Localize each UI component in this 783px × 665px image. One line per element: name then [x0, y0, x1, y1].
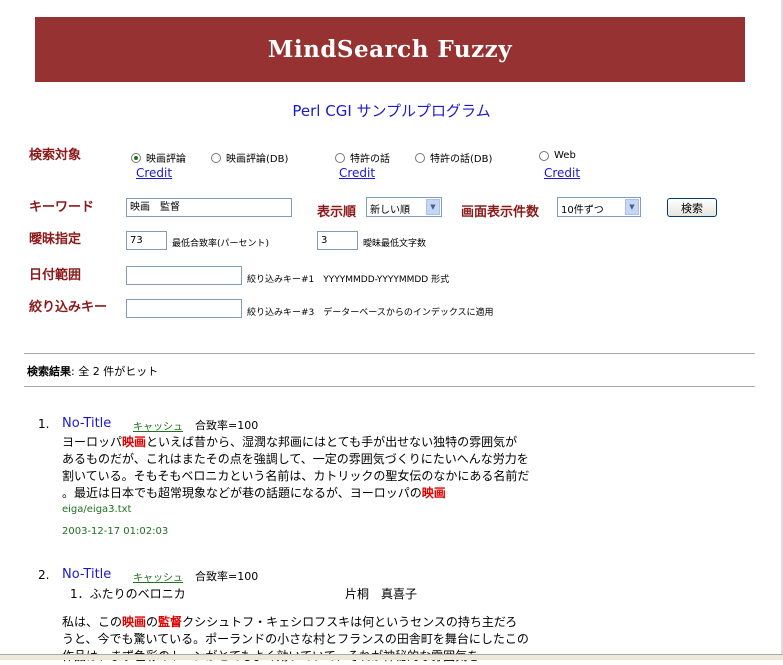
- keyword-label: キーワード: [29, 200, 95, 215]
- snippet-line: あるものだが、これはまたその点を強調して、一定の雰囲気づくりにたいへんな労力を: [62, 452, 529, 466]
- target-radio-patent[interactable]: 特許の話: [335, 150, 390, 165]
- divider: [24, 353, 755, 354]
- target-radio-web[interactable]: Web: [539, 150, 576, 161]
- snippet-line: ヨーロッパ映画といえば昔から、湿潤な邦画にはとても手が出せない独特の雰囲気が: [62, 435, 518, 449]
- date-range-input[interactable]: [126, 266, 242, 285]
- chevron-down-icon: ▼: [426, 199, 440, 215]
- results-summary: 検索結果: 全 2 件がヒット: [27, 363, 158, 379]
- divider: [24, 386, 755, 387]
- result-title-link[interactable]: No-Title: [62, 567, 111, 582]
- search-button[interactable]: 検索: [667, 198, 717, 217]
- filter-key-input[interactable]: [126, 299, 242, 318]
- radio-icon: [415, 152, 425, 163]
- match-score: 合致率=100: [195, 419, 259, 432]
- perpage-select[interactable]: 10件ずつ ▼: [557, 197, 641, 217]
- chevron-down-icon: ▼: [625, 199, 639, 215]
- credit-link-web[interactable]: Credit: [544, 166, 580, 180]
- perpage-label: 画面表示件数: [461, 205, 540, 220]
- snippet-line: 。最近は日本でも超常現象などが巷の話題になるが、ヨーロッパの映画: [62, 486, 446, 500]
- date-range-label: 日付範囲: [29, 268, 82, 283]
- perpage-select-value: 10件ずつ: [561, 205, 604, 216]
- match-score: 合致率=100: [195, 570, 259, 583]
- result-title-link[interactable]: No-Title: [62, 416, 111, 431]
- target-option-label: 映画評論(DB): [226, 154, 289, 165]
- filter-key-note: 絞り込みキー#3 データーベースからのインデックスに適用: [247, 308, 494, 318]
- result-subheading: 1．ふたりのベロニカ: [70, 587, 186, 601]
- result-number: 1.: [38, 417, 50, 431]
- sort-select[interactable]: 新しい順 ▼: [366, 197, 442, 217]
- credit-link-patent[interactable]: Credit: [339, 166, 375, 180]
- sort-label: 表示順: [317, 205, 357, 220]
- target-label: 検索対象: [29, 148, 82, 163]
- min-chars-input[interactable]: 3: [317, 231, 358, 250]
- radio-icon: [539, 150, 549, 161]
- keyword-input[interactable]: 映画 監督: [126, 198, 292, 217]
- result-snippet: ヨーロッパ映画といえば昔から、湿潤な邦画にはとても手が出せない独特の雰囲気が あ…: [62, 434, 562, 502]
- sort-select-value: 新しい順: [370, 205, 410, 216]
- fuzzy-label: 曖昧指定: [29, 232, 82, 247]
- target-option-label: Web: [554, 150, 576, 161]
- result-path: eiga/eiga3.txt: [62, 504, 132, 515]
- target-radio-movie-review[interactable]: 映画評論: [131, 150, 186, 165]
- result-date: 2003-12-17 01:02:03: [62, 526, 169, 537]
- cache-link[interactable]: キャッシュ: [133, 569, 183, 584]
- radio-icon: [335, 152, 345, 163]
- snippet-line: うと、今でも驚いている。ポーランドの小さな村とフランスの田舎町を舞台にしたこの: [62, 632, 529, 646]
- result-author: 片桐 真喜子: [345, 587, 418, 601]
- target-option-label: 特許の話(DB): [430, 154, 493, 165]
- filter-key-label: 絞り込みキー: [29, 300, 108, 315]
- cache-link[interactable]: キャッシュ: [133, 418, 183, 433]
- target-option-label: 映画評論: [146, 154, 186, 165]
- snippet-line: 割いている。そもそもベロニカという名前は、カトリックの聖女伝のなかにある名前だ: [62, 469, 530, 483]
- result-number: 2.: [38, 568, 50, 582]
- credit-link-movie[interactable]: Credit: [136, 166, 172, 180]
- page-subtitle: Perl CGI サンプルプログラム: [292, 102, 491, 120]
- target-radio-patent-db[interactable]: 特許の話(DB): [415, 150, 492, 165]
- snippet-line: 私は、この映画の監督クシシュトフ・キェシロフスキは何というセンスの持ち主だろ: [62, 615, 518, 629]
- target-option-label: 特許の話: [350, 154, 390, 165]
- match-rate-input[interactable]: 73: [126, 231, 167, 250]
- radio-selected-icon: [131, 152, 141, 163]
- header-banner: MindSearch Fuzzy: [35, 17, 745, 82]
- app-title: MindSearch Fuzzy: [267, 36, 513, 63]
- results-summary-text: : 全 2 件がヒット: [71, 365, 159, 378]
- target-radio-movie-review-db[interactable]: 映画評論(DB): [211, 150, 288, 165]
- match-rate-note: 最低合致率(パーセント): [172, 239, 270, 249]
- radio-icon: [211, 152, 221, 163]
- status-bar: [0, 654, 783, 660]
- results-summary-label: 検索結果: [27, 365, 71, 378]
- date-range-note: 絞り込みキー#1 YYYYMMDD-YYYYMMDD 形式: [247, 275, 450, 285]
- min-chars-note: 曖昧最低文字数: [363, 239, 427, 249]
